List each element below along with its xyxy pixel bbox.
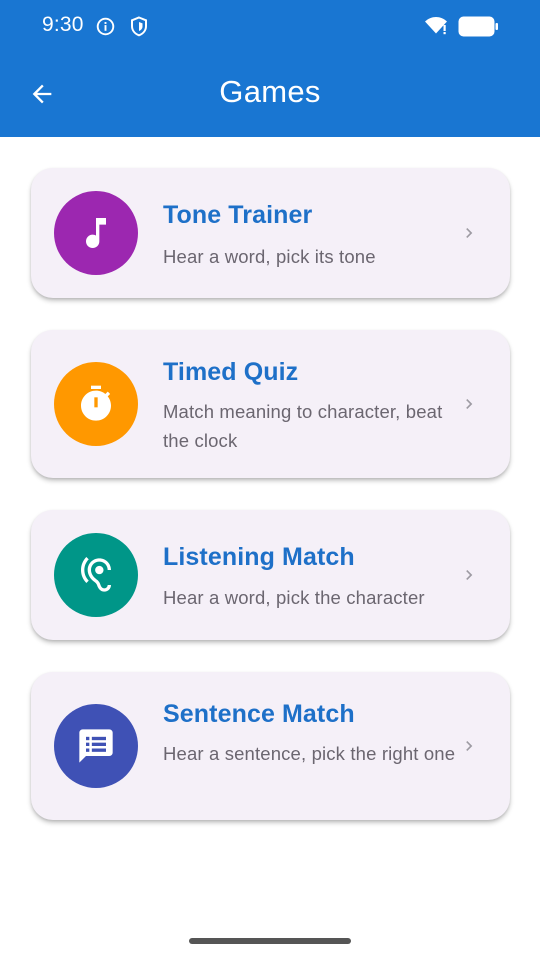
status-time: 9:30 [42, 13, 84, 36]
game-icon-circle [54, 704, 138, 788]
game-card-listening-match[interactable]: Listening Match Hear a word, pick the ch… [31, 510, 510, 640]
game-icon-circle [54, 533, 138, 617]
chevron-right-icon [466, 570, 473, 580]
game-subtitle: Hear a sentence, pick the right one [163, 743, 456, 764]
game-card-timed-quiz[interactable]: Timed Quiz Match meaning to character, b… [31, 330, 510, 478]
chevron-right-icon [466, 399, 473, 409]
game-title: Listening Match [163, 543, 355, 571]
shield-icon [131, 16, 147, 37]
game-title: Timed Quiz [163, 358, 299, 386]
home-indicator[interactable] [189, 938, 351, 944]
music-note-icon [86, 218, 106, 248]
page-title: Games [219, 74, 321, 109]
game-card-tone-trainer[interactable]: Tone Trainer Hear a word, pick its tone [31, 168, 510, 298]
app-bar: Games [0, 52, 540, 137]
wifi-icon [425, 17, 447, 35]
game-subtitle: Match meaning to character, beat the clo… [163, 401, 443, 451]
game-title: Tone Trainer [163, 201, 313, 229]
hearing-icon [81, 557, 111, 592]
chevron-right-icon [466, 741, 473, 751]
message-icon [79, 729, 113, 763]
game-subtitle: Hear a word, pick the character [163, 587, 425, 608]
chevron-right-icon [466, 228, 473, 238]
timer-icon [81, 385, 111, 421]
top-bar: 9:30 Games [0, 0, 540, 137]
game-title: Sentence Match [163, 700, 355, 728]
info-icon [96, 17, 115, 36]
status-bar: 9:30 [0, 0, 540, 52]
game-card-sentence-match[interactable]: Sentence Match Hear a sentence, pick the… [31, 672, 510, 820]
battery-icon [458, 16, 498, 37]
game-icon-circle [54, 362, 138, 446]
game-subtitle: Hear a word, pick its tone [163, 246, 376, 267]
game-icon-circle [54, 191, 138, 275]
